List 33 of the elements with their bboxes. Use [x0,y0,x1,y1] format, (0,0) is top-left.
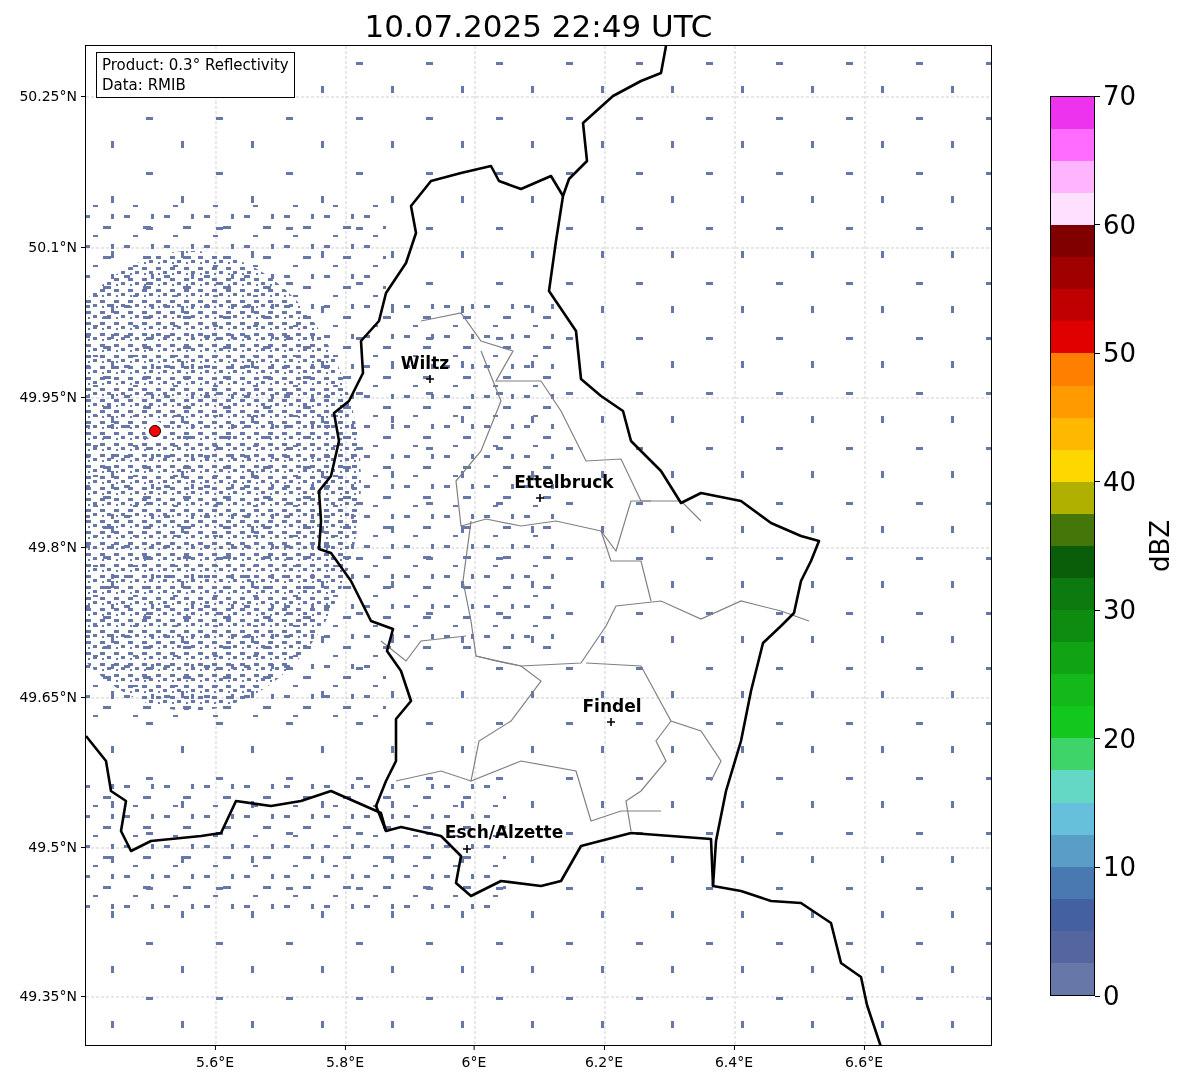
axis-tick-label: 6°E [461,1054,487,1070]
colorbar-tick-label: 30 [1103,596,1137,625]
colorbar-tick-label: 40 [1103,467,1137,496]
axis-tick-label: 50.25°N [19,88,77,104]
axis-tick-label: 6.4°E [714,1054,754,1070]
axis-tick-label: 49.95°N [19,389,77,405]
city-label: Wiltz [400,353,450,373]
axis-tick-label: 6.6°E [844,1054,884,1070]
plus-icon [426,375,434,383]
axis-tick-label: 49.5°N [28,839,77,855]
axis-tick-label: 49.35°N [19,988,77,1004]
colorbar-tick-label: 50 [1103,339,1137,368]
colorbar-tick-label: 10 [1103,853,1137,882]
axis-tick-label: 5.6°E [195,1054,235,1070]
axis-tick-label: 50.1°N [28,239,77,255]
colorbar-tick-label: 70 [1103,82,1137,110]
plus-icon [463,845,471,853]
radar-site-icon [148,424,162,438]
colorbar-tick-label: 20 [1103,724,1137,753]
colorbar-tick-label: 0 [1103,982,1120,1010]
city-label: Findel [582,696,642,716]
colorbar-tick-label: 60 [1103,210,1137,239]
axis-tick-label: 49.65°N [19,689,77,705]
chart-title: 10.07.2025 22:49 UTC [364,6,713,44]
city-label: Esch/Alzette [444,822,564,842]
axis-tick-label: 49.8°N [28,539,77,555]
plus-icon [536,494,544,502]
city-label: Ettelbruck [514,472,614,492]
axis-tick-label: 5.8°E [325,1054,365,1070]
axis-tick-label: 6.2°E [584,1054,624,1070]
legend-box: Product: 0.3° Reflectivity Data: RMIB [96,52,295,98]
plus-icon [607,718,615,726]
colorbar-label: dBZ [1145,519,1175,573]
